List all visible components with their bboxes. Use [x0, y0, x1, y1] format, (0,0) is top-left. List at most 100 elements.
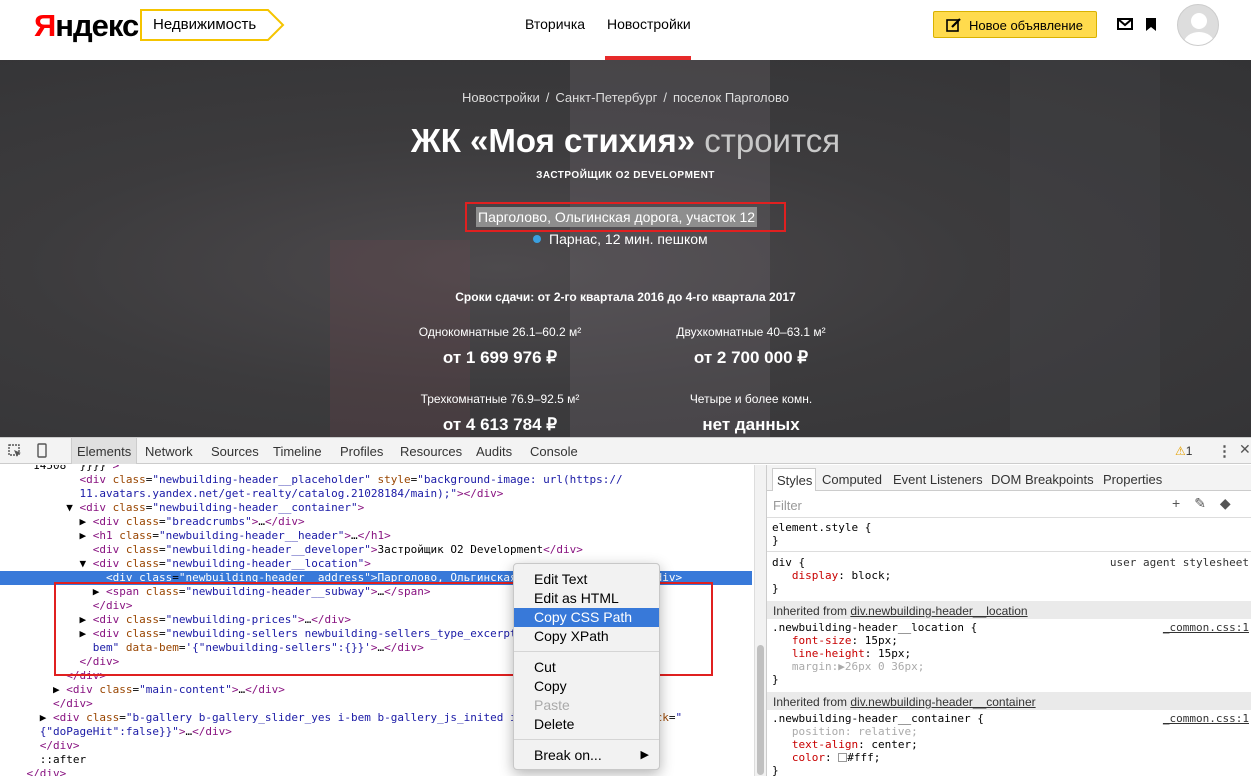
user-silhouette-icon	[1184, 13, 1214, 45]
yandex-logo[interactable]: Яндекс	[34, 8, 139, 44]
tab-properties[interactable]: Properties	[1103, 472, 1162, 487]
price-value-4room: нет данных	[702, 415, 800, 434]
inspect-element-icon[interactable]	[8, 444, 22, 458]
new-ad-button[interactable]: Новое объявление	[933, 11, 1097, 38]
screen: Яндекс Недвижимость Вторичка Новостройки…	[0, 0, 1251, 776]
developer-label[interactable]: ЗАСТРОЙЩИК O2 DEVELOPMENT	[0, 170, 1251, 181]
tab-dom-breakpoints[interactable]: DOM Breakpoints	[991, 472, 1094, 487]
divider	[767, 517, 1251, 518]
dom-line[interactable]: 11.avatars.yandex.net/get-realty/catalog…	[0, 487, 752, 501]
site-header: Яндекс Недвижимость Вторичка Новостройки…	[0, 0, 1251, 60]
submenu-arrow-icon: ▶	[640, 749, 649, 761]
price-label-2room: Двухкомнатные 40–63.1 м²	[676, 325, 826, 339]
price-label-1room: Однокомнатные 26.1–60.2 м²	[418, 325, 582, 339]
mail-icon[interactable]	[1117, 18, 1133, 30]
tab-elements-label: Elements	[77, 444, 132, 459]
inherited-header-location: Inherited from div.newbuilding-header__l…	[767, 601, 1251, 619]
menu-item-copy[interactable]: Copy	[514, 677, 659, 696]
price-label-3room: Трехкомнатные 76.9–92.5 м²	[420, 392, 580, 406]
tab-timeline[interactable]: Timeline	[273, 444, 322, 459]
edit-icon	[946, 18, 961, 32]
style-rule-element[interactable]: element.style { }	[772, 521, 871, 547]
address-text: Парголово, Ольгинская дорога, участок 12	[476, 207, 758, 227]
new-ad-label: Новое объявление	[969, 18, 1083, 33]
pin-icon[interactable]: ✎	[1194, 495, 1206, 511]
price-value-1room[interactable]: от 1 699 976 ₽	[390, 348, 610, 368]
breadcrumb-settlement[interactable]: поселок Парголово	[673, 90, 789, 105]
subway-info: Парнас, 12 мин. пешком	[533, 231, 708, 247]
service-label: Недвижимость	[153, 16, 257, 33]
deadline-text: Сроки сдачи: от 2-го квартала 2016 до 4-…	[455, 290, 796, 304]
bookmark-icon[interactable]	[1145, 17, 1157, 32]
style-rule-container[interactable]: .newbuilding-header__container { positio…	[772, 712, 984, 776]
building-hero: Новостройки / Санкт-Петербург / поселок Парг…	[0, 60, 1251, 437]
tab-network[interactable]: Network	[145, 444, 193, 459]
warning-icon: ⚠	[1175, 444, 1186, 458]
tab-audits[interactable]: Audits	[476, 444, 512, 459]
inherited-header-container: Inherited from div.newbuilding-header__c…	[767, 692, 1251, 710]
more-menu-icon[interactable]: ⋮	[1217, 442, 1232, 460]
dom-line[interactable]: ▼ <div class="newbuilding-header__contai…	[0, 501, 752, 515]
tab-computed[interactable]: Computed	[822, 472, 882, 487]
page-title: ЖК «Моя стихия» строится	[0, 122, 1251, 160]
devtools-toolbar: Elements Network Sources Timeline Profil…	[0, 438, 1251, 464]
menu-separator	[514, 739, 659, 740]
color-format-icon[interactable]: ◆	[1220, 495, 1231, 511]
menu-separator	[514, 651, 659, 652]
source-link-common-css[interactable]: _common.css:1	[1163, 712, 1249, 725]
menu-item-copy-xpath[interactable]: Copy XPath	[514, 627, 659, 646]
tab-resources[interactable]: Resources	[400, 444, 462, 459]
dom-line[interactable]: 14508" }}}}">	[0, 465, 752, 473]
avatar[interactable]	[1177, 4, 1219, 46]
nav-new-buildings[interactable]: Новостройки	[607, 16, 691, 32]
break-on-label: Break on...	[534, 747, 602, 763]
nav-resale[interactable]: Вторичка	[525, 16, 585, 32]
complex-name: ЖК «Моя стихия»	[410, 122, 696, 159]
context-menu: Edit Text Edit as HTML Copy CSS Path Cop…	[513, 563, 660, 770]
breadcrumb-city[interactable]: Санкт-Петербург	[555, 90, 657, 105]
styles-tabs: Styles Computed Event Listeners DOM Brea…	[767, 465, 1251, 491]
breadcrumb: Новостройки / Санкт-Петербург / поселок Парг…	[462, 90, 789, 105]
warning-counter[interactable]: ⚠1	[1175, 444, 1192, 458]
close-icon[interactable]: ✕	[1239, 441, 1251, 458]
tab-profiles[interactable]: Profiles	[340, 444, 383, 459]
style-rule-location[interactable]: .newbuilding-header__location { font-siz…	[772, 621, 977, 686]
menu-item-edit-as-html[interactable]: Edit as HTML	[514, 589, 659, 608]
price-value-3room[interactable]: от 4 613 784 ₽	[390, 415, 610, 435]
menu-item-cut[interactable]: Cut	[514, 658, 659, 677]
menu-item-delete[interactable]: Delete	[514, 715, 659, 734]
style-rule-div[interactable]: div { display: block; }	[772, 556, 891, 595]
dom-line[interactable]: <div class="newbuilding-header__placehol…	[0, 473, 752, 487]
add-rule-icon[interactable]: +	[1172, 495, 1180, 511]
dom-line[interactable]: <div class="newbuilding-header__develope…	[0, 543, 752, 557]
background-image-blur	[1010, 60, 1160, 437]
styles-filter-input[interactable]: Filter	[773, 498, 802, 513]
device-mode-icon[interactable]	[37, 443, 47, 458]
tab-styles-label: Styles	[777, 473, 813, 488]
styles-toolbar: + ✎ ◆	[1172, 495, 1231, 512]
metro-line-dot-icon	[533, 235, 541, 243]
warning-count: 1	[1185, 444, 1193, 458]
dom-scrollbar[interactable]	[754, 465, 766, 776]
menu-item-copy-css-path[interactable]: Copy CSS Path	[514, 608, 659, 627]
divider	[767, 551, 1251, 552]
tab-event-listeners[interactable]: Event Listeners	[893, 472, 983, 487]
dom-line[interactable]: ▶ <h1 class="newbuilding-header__header"…	[0, 529, 752, 543]
tab-elements[interactable]: Elements	[71, 438, 137, 464]
tab-console[interactable]: Console	[530, 444, 578, 459]
build-status: строится	[704, 122, 841, 159]
styles-pane: Styles Computed Event Listeners DOM Brea…	[766, 465, 1251, 776]
tab-styles[interactable]: Styles	[772, 468, 816, 491]
dom-line[interactable]: ▶ <div class="breadcrumbs">…</div>	[0, 515, 752, 529]
price-value-2room[interactable]: от 2 700 000 ₽	[641, 348, 861, 368]
user-agent-source: user agent stylesheet	[1109, 556, 1249, 569]
breadcrumb-new-buildings[interactable]: Новостройки	[462, 90, 540, 105]
source-link-common-css[interactable]: _common.css:1	[1163, 621, 1249, 634]
price-label-4room: Четыре и более комн.	[689, 392, 813, 406]
tab-sources[interactable]: Sources	[211, 444, 259, 459]
background-image-blur	[570, 60, 770, 437]
subway-text: Парнас, 12 мин. пешком	[549, 231, 708, 247]
menu-item-edit-text[interactable]: Edit Text	[514, 570, 659, 589]
scrollbar-thumb[interactable]	[757, 645, 764, 775]
menu-item-break-on[interactable]: Break on... ▶	[514, 746, 659, 765]
